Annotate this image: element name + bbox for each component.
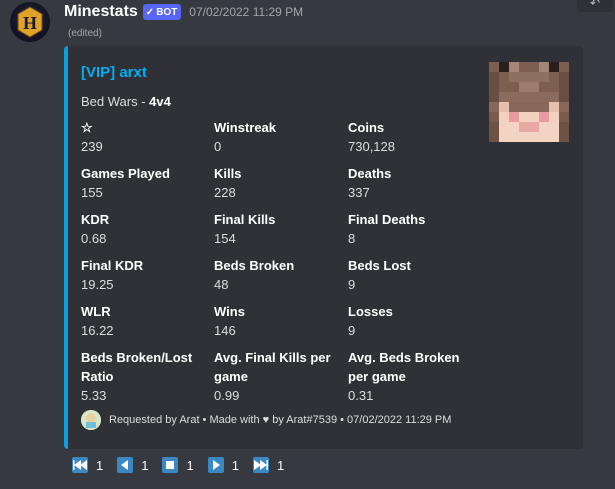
embed-description: Bed Wars - 4v4 bbox=[81, 94, 171, 109]
stat-field-value: 0.68 bbox=[81, 231, 107, 246]
stat-field: Losses 9 bbox=[348, 302, 474, 340]
stat-field-value: 8 bbox=[348, 231, 356, 246]
stat-field-value: 5.33 bbox=[81, 388, 107, 403]
embed-title[interactable]: [VIP] arxt bbox=[81, 64, 147, 81]
stat-field: Winstreak 0 bbox=[214, 118, 340, 156]
first-page-icon bbox=[72, 457, 88, 473]
bot-tag-label: BOT bbox=[156, 6, 178, 18]
pagination-button-stop[interactable]: 1 bbox=[158, 454, 199, 476]
edited-label: (edited) bbox=[68, 28, 102, 39]
stat-field-name: Beds Broken/Lost Ratio bbox=[81, 350, 193, 384]
stat-field-value: 0.99 bbox=[214, 388, 240, 403]
stat-field-value: 9 bbox=[348, 277, 356, 292]
stat-field-name: Beds Broken bbox=[214, 258, 295, 273]
message-timestamp: 07/02/2022 11:29 PM bbox=[189, 5, 304, 19]
stat-field-value: 48 bbox=[214, 277, 229, 292]
stat-field: KDR 0.68 bbox=[81, 210, 207, 248]
bot-tag: ✓ BOT bbox=[142, 4, 182, 20]
username[interactable]: Minestats bbox=[64, 3, 138, 21]
stat-field-name: WLR bbox=[81, 304, 111, 319]
stat-field-name: Games Played bbox=[81, 166, 170, 181]
stat-field: Beds Lost 9 bbox=[348, 256, 474, 294]
bot-avatar[interactable]: H bbox=[10, 2, 50, 42]
stat-field-name: Winstreak bbox=[214, 120, 277, 135]
pagination-button-first-page[interactable]: 1 bbox=[68, 454, 109, 476]
pagination-button-last-page[interactable]: 1 bbox=[249, 454, 290, 476]
stat-field-value: 730,128 bbox=[348, 139, 395, 154]
stat-field: Kills 228 bbox=[214, 164, 340, 202]
stat-field-name: KDR bbox=[81, 212, 110, 227]
footer-text: Requested by Arat • Made with ♥ by Arat#… bbox=[109, 414, 452, 426]
stat-field-value: 155 bbox=[81, 185, 103, 200]
verified-check-icon: ✓ bbox=[145, 6, 155, 18]
stat-field-value: 337 bbox=[348, 185, 370, 200]
stat-field: Final Kills 154 bbox=[214, 210, 340, 248]
pagination-button-previous-page[interactable]: 1 bbox=[113, 454, 154, 476]
stat-field: Final KDR 19.25 bbox=[81, 256, 207, 294]
reply-icon[interactable]: ↶ bbox=[577, 0, 613, 12]
stat-field-name: Kills bbox=[214, 166, 242, 181]
stat-field-name: ☆ bbox=[81, 120, 93, 135]
stat-field: Final Deaths 8 bbox=[348, 210, 474, 248]
stat-field-name: Avg. Final Kills per game bbox=[214, 350, 331, 384]
embed-description-mode: 4v4 bbox=[149, 94, 171, 109]
stat-field-name: Deaths bbox=[348, 166, 392, 181]
message-header: Minestats ✓ BOT 07/02/2022 11:29 PM bbox=[64, 1, 303, 23]
footer-avatar-icon bbox=[81, 410, 101, 430]
stat-field: Avg. Beds Broken per game 0.31 bbox=[348, 348, 474, 405]
stat-field-name: Final KDR bbox=[81, 258, 144, 273]
pagination-button-next-page[interactable]: 1 bbox=[204, 454, 245, 476]
stat-field: Deaths 337 bbox=[348, 164, 474, 202]
stat-field-name: Final Kills bbox=[214, 212, 276, 227]
previous-page-icon bbox=[117, 457, 134, 473]
stat-field: Coins 730,128 bbox=[348, 118, 474, 156]
stat-field-value: 16.22 bbox=[81, 323, 114, 338]
stat-field: Wins 146 bbox=[214, 302, 340, 340]
stat-field-value: 228 bbox=[214, 185, 236, 200]
svg-text:H: H bbox=[23, 13, 37, 33]
stat-field-name: Losses bbox=[348, 304, 393, 319]
stat-field-name: Avg. Beds Broken per game bbox=[348, 350, 460, 384]
stat-field-value: 146 bbox=[214, 323, 236, 338]
stat-field-name: Wins bbox=[214, 304, 245, 319]
pagination-button-label: 1 bbox=[141, 457, 149, 473]
stat-field: Games Played 155 bbox=[81, 164, 207, 202]
embed-description-prefix: Bed Wars - bbox=[81, 94, 150, 109]
embed-card: [VIP] arxt Bed Wars - 4v4 ☆ 239 Winstreak 0… bbox=[64, 46, 583, 449]
stat-field: Avg. Final Kills per game 0.99 bbox=[214, 348, 340, 405]
stat-field-name: Coins bbox=[348, 120, 385, 135]
stat-field-value: 154 bbox=[214, 231, 236, 246]
stat-field-value: 239 bbox=[81, 139, 103, 154]
stat-field-name: Beds Lost bbox=[348, 258, 411, 273]
pagination-button-label: 1 bbox=[276, 457, 285, 473]
last-page-icon bbox=[252, 457, 269, 473]
stat-field-value: 9 bbox=[348, 323, 356, 338]
stat-field: WLR 16.22 bbox=[81, 302, 207, 340]
stop-icon bbox=[162, 457, 179, 473]
stat-field: Beds Broken 48 bbox=[214, 256, 340, 294]
stat-field-name: Final Deaths bbox=[348, 212, 426, 227]
stat-field: ☆ 239 bbox=[81, 118, 207, 156]
stat-field-value: 0 bbox=[214, 139, 222, 154]
pagination-button-label: 1 bbox=[96, 457, 104, 473]
stat-field-value: 19.25 bbox=[81, 277, 114, 292]
stat-field-value: 0.31 bbox=[348, 388, 374, 403]
stat-field: Beds Broken/Lost Ratio 5.33 bbox=[81, 348, 207, 405]
embed-footer: Requested by Arat • Made with ♥ by Arat#… bbox=[81, 410, 451, 430]
player-skin-thumbnail[interactable] bbox=[489, 62, 569, 142]
pagination-buttons: 1 1 1 1 1 bbox=[68, 454, 290, 476]
next-page-icon bbox=[207, 457, 224, 473]
pagination-button-label: 1 bbox=[231, 457, 239, 473]
pagination-button-label: 1 bbox=[186, 457, 194, 473]
